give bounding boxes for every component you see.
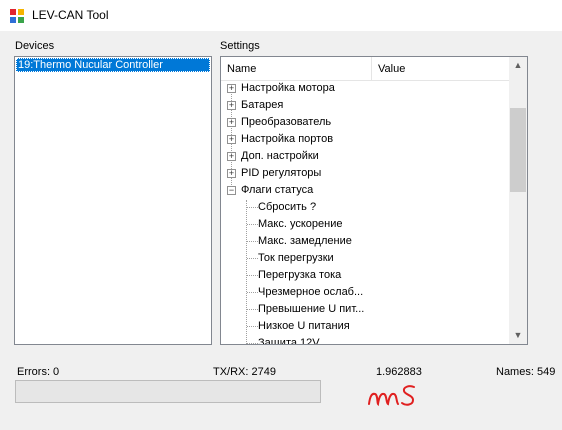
elapsed-time: 1.962883 [376,366,422,378]
tree-line [247,343,258,344]
column-header-name[interactable]: Name [221,57,372,81]
tree-item[interactable]: Защита 12V [258,335,509,344]
expand-plus-icon[interactable]: + [227,152,236,161]
tree-group-status-flags[interactable]: − Флаги статуса [221,182,509,199]
handwritten-ms-annotation [368,385,415,407]
tree-line [247,258,258,259]
tree-line [246,200,247,344]
tree-line [247,241,258,242]
title-bar: LEV-CAN Tool [0,0,562,31]
expand-plus-icon[interactable]: + [227,101,236,110]
tree-item[interactable]: Сбросить ? [258,199,509,216]
tree-item[interactable]: Ток перегрузки [258,250,509,267]
tree-group-label: Настройка мотора [241,82,335,94]
tree-line [247,207,258,208]
errors-count: Errors: 0 [17,366,60,378]
tree-group-motor[interactable]: + Настройка мотора [221,80,509,97]
expand-plus-icon[interactable]: + [227,169,236,178]
tree-group-ports[interactable]: + Настройка портов [221,131,509,148]
tree-group-label: PID регуляторы [241,167,322,179]
app-icon [9,8,25,24]
expand-plus-icon[interactable]: + [227,118,236,127]
devices-label: Devices [15,40,55,52]
settings-tree[interactable]: Name Value + Настройка мотора + Батарея … [220,56,528,345]
tree-item[interactable]: Превышение U пит... [258,301,509,318]
tree-item[interactable]: Макс. замедление [258,233,509,250]
tree-group-label: Батарея [241,99,284,111]
tree-group-extra[interactable]: + Доп. настройки [221,148,509,165]
tree-item[interactable]: Макс. ускорение [258,216,509,233]
tree-item[interactable]: Низкое U питания [258,318,509,335]
tree-group-pid[interactable]: + PID регуляторы [221,165,509,182]
expand-plus-icon[interactable]: + [227,84,236,93]
expand-plus-icon[interactable]: + [227,135,236,144]
tree-line [247,224,258,225]
collapse-minus-icon[interactable]: − [227,186,236,195]
device-item[interactable]: 19:Thermo Nucular Controller [16,58,210,72]
tree-group-battery[interactable]: + Батарея [221,97,509,114]
vertical-scrollbar[interactable]: ▲ ▼ [509,57,527,344]
scroll-thumb[interactable] [510,108,526,192]
tree-item[interactable]: Перегрузка тока [258,267,509,284]
tree-line [247,326,258,327]
window-title: LEV-CAN Tool [32,8,109,22]
tree-item[interactable]: Чрезмерное ослаб... [258,284,509,301]
scroll-down-icon[interactable]: ▼ [509,327,527,344]
progress-bar [15,380,321,403]
tree-group-label: Флаги статуса [241,184,314,196]
names-count: Names: 549 [496,366,556,378]
tree-group-label: Преобразователь [241,116,332,128]
tree-group-label: Доп. настройки [241,150,319,162]
scroll-up-icon[interactable]: ▲ [509,57,527,74]
tree-line [247,309,258,310]
settings-label: Settings [220,40,260,52]
tree-group-converter[interactable]: + Преобразователь [221,114,509,131]
column-header-value[interactable]: Value [372,57,509,81]
txrx-count: TX/RX: 2749 [213,366,276,378]
tree-group-label: Настройка портов [241,133,334,145]
devices-list[interactable]: 19:Thermo Nucular Controller [14,56,212,345]
tree-line [247,275,258,276]
tree-line [247,292,258,293]
